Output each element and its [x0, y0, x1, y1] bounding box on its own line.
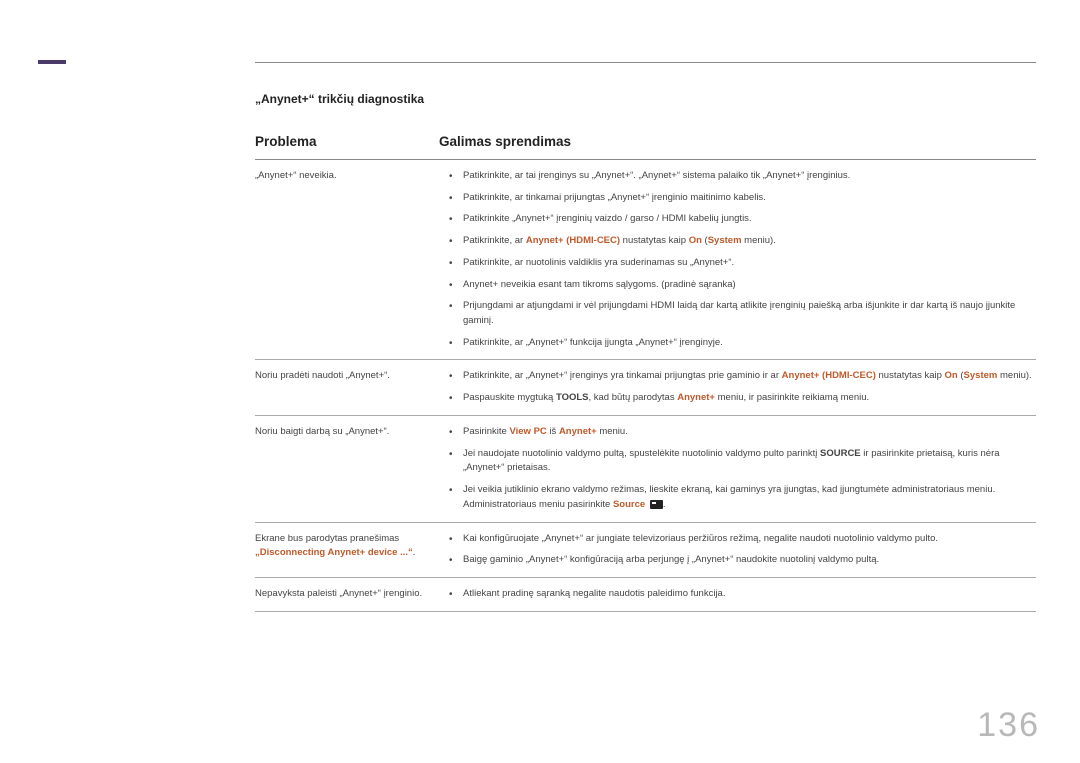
header-problem: Problema	[255, 134, 439, 149]
header-solution: Galimas sprendimas	[439, 134, 1036, 149]
problem-cell: Ekrane bus parodytas pranešimas „Disconn…	[255, 532, 439, 568]
list-item: Kai konfigūruojate „Anynet+“ ar jungiate…	[453, 532, 1036, 547]
problem-cell: „Anynet+“ neveikia.	[255, 169, 439, 350]
list-item: Jei naudojate nuotolinio valdymo pultą, …	[453, 447, 1036, 476]
table-row: „Anynet+“ neveikia. Patikrinkite, ar tai …	[255, 160, 1036, 360]
table-row: Ekrane bus parodytas pranešimas „Disconn…	[255, 523, 1036, 578]
table-row: Nepavyksta paleisti „Anynet+“ įrenginio.…	[255, 578, 1036, 612]
table-row: Noriu baigti darbą su „Anynet+“.Pasirink…	[255, 416, 1036, 523]
list-item: Jei veikia jutiklinio ekrano valdymo rež…	[453, 483, 1036, 512]
solution-list: Kai konfigūruojate „Anynet+“ ar jungiate…	[439, 532, 1036, 568]
page-number: 136	[977, 706, 1040, 745]
page-content: „Anynet+“ trikčių diagnostika Problema G…	[255, 92, 1036, 612]
problem-cell: Noriu pradėti naudoti „Anynet+“.	[255, 369, 439, 405]
list-item: Patikrinkite, ar tai įrenginys su „Anyne…	[453, 169, 1036, 184]
list-item: Patikrinkite, ar nuotolinis valdiklis yr…	[453, 256, 1036, 271]
solution-list: Atliekant pradinę sąranką negalite naudo…	[439, 587, 1036, 602]
problem-cell: Noriu baigti darbą su „Anynet+“.	[255, 425, 439, 513]
solution-cell: Kai konfigūruojate „Anynet+“ ar jungiate…	[439, 532, 1036, 568]
list-item: Paspauskite mygtuką TOOLS, kad būtų paro…	[453, 391, 1036, 406]
solution-list: Patikrinkite, ar tai įrenginys su „Anyne…	[439, 169, 1036, 350]
list-item: Patikrinkite, ar tinkamai prijungtas „An…	[453, 191, 1036, 206]
table-row: Noriu pradėti naudoti „Anynet+“. Patikrin…	[255, 360, 1036, 415]
solution-cell: Patikrinkite, ar tai įrenginys su „Anyne…	[439, 169, 1036, 350]
list-item: Patikrinkite, ar „Anynet+“ įrenginys yra…	[453, 369, 1036, 384]
source-icon	[650, 500, 663, 509]
table-header-row: Problema Galimas sprendimas	[255, 134, 1036, 160]
solution-cell: Atliekant pradinę sąranką negalite naudo…	[439, 587, 1036, 602]
list-item: Atliekant pradinę sąranką negalite naudo…	[453, 587, 1036, 602]
list-item: Pasirinkite View PC iš Anynet+ meniu.	[453, 425, 1036, 440]
solution-list: Patikrinkite, ar „Anynet+“ įrenginys yra…	[439, 369, 1036, 405]
solution-list: Pasirinkite View PC iš Anynet+ meniu. Jei…	[439, 425, 1036, 513]
solution-cell: Pasirinkite View PC iš Anynet+ meniu. Jei…	[439, 425, 1036, 513]
solution-cell: Patikrinkite, ar „Anynet+“ įrenginys yra…	[439, 369, 1036, 405]
section-title: „Anynet+“ trikčių diagnostika	[255, 92, 1036, 106]
top-rule	[255, 62, 1036, 63]
list-item: Patikrinkite „Anynet+“ įrenginių vaizdo …	[453, 212, 1036, 227]
list-item: Prijungdami ar atjungdami ir vėl prijung…	[453, 299, 1036, 328]
list-item: Patikrinkite, ar Anynet+ (HDMI-CEC) nust…	[453, 234, 1036, 249]
list-item: Anynet+ neveikia esant tam tikroms sąlyg…	[453, 278, 1036, 293]
problem-cell: Nepavyksta paleisti „Anynet+“ įrenginio.	[255, 587, 439, 602]
list-item: Patikrinkite, ar „Anynet+“ funkcija įjun…	[453, 336, 1036, 351]
list-item: Baigę gaminio „Anynet+“ konfigūraciją ar…	[453, 553, 1036, 568]
accent-bar	[38, 60, 66, 64]
